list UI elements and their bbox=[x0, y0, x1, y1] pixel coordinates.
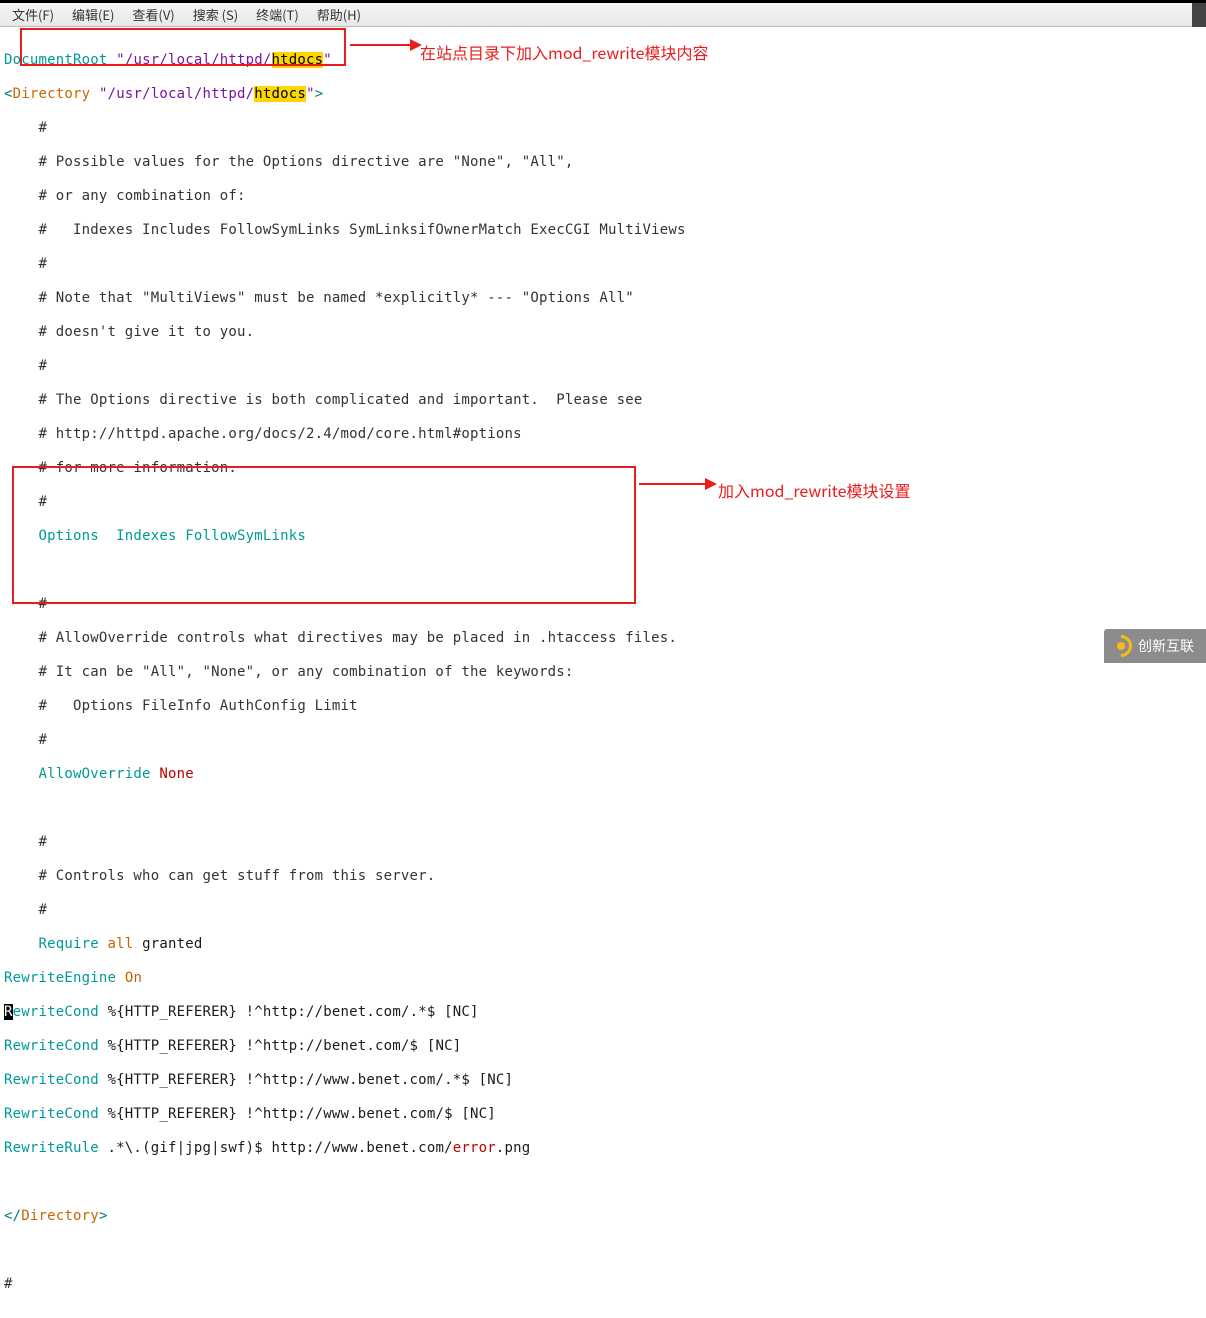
comment-line: # AllowOverride controls what directives… bbox=[4, 630, 1202, 647]
error-token: error bbox=[453, 1140, 496, 1156]
directive-args: %{HTTP_REFERER} !^http://www.benet.com/.… bbox=[99, 1072, 513, 1088]
comment-line: # The Options directive is both complica… bbox=[4, 392, 1202, 409]
quote: " bbox=[323, 52, 332, 68]
angle-bracket: > bbox=[99, 1208, 108, 1224]
comment-line: # or any combination of: bbox=[4, 188, 1202, 205]
highlighted-text: htdocs bbox=[254, 86, 306, 102]
menu-file[interactable]: 文件(F) bbox=[4, 3, 62, 26]
directive-keyword: RewriteEngine bbox=[4, 970, 116, 986]
comment-line: # Possible values for the Options direct… bbox=[4, 154, 1202, 171]
line-directory-close: </Directory> bbox=[4, 1208, 1202, 1225]
line-rewriterule: RewriteRule .*\.(gif|jpg|swf)$ http://ww… bbox=[4, 1140, 1202, 1157]
comment-line: # bbox=[4, 256, 1202, 273]
comment-line: # bbox=[4, 596, 1202, 613]
line-require: Require all granted bbox=[4, 936, 1202, 953]
blank-line bbox=[4, 1242, 1202, 1259]
directive-keyword: RewriteCond bbox=[4, 1072, 99, 1088]
quote: " bbox=[306, 86, 315, 102]
comment-line: # bbox=[4, 732, 1202, 749]
comment-line: # bbox=[4, 902, 1202, 919]
directive-keyword: Options bbox=[4, 528, 99, 544]
path-text: /usr/local/httpd/ bbox=[108, 86, 255, 102]
annotation-top: 在站点目录下加入mod_rewrite模块内容 bbox=[420, 40, 708, 64]
directive-args: %{HTTP_REFERER} !^http://benet.com/.*$ [… bbox=[99, 1004, 479, 1020]
line-rewritecond: RewriteCond %{HTTP_REFERER} !^http://ben… bbox=[4, 1038, 1202, 1055]
comment-line: # Controls who can get stuff from this s… bbox=[4, 868, 1202, 885]
highlighted-text: htdocs bbox=[272, 52, 324, 68]
watermark-text: 创新互联 bbox=[1138, 636, 1194, 656]
tag-keyword: Directory bbox=[13, 86, 91, 102]
blank-line bbox=[4, 800, 1202, 817]
directive-value: granted bbox=[133, 936, 202, 952]
menu-edit[interactable]: 编辑(E) bbox=[64, 3, 122, 26]
slash: / bbox=[13, 1208, 22, 1224]
directive-keyword: RewriteCond bbox=[4, 1106, 99, 1122]
watermark: 创新互联 bbox=[1104, 629, 1206, 663]
quote: " bbox=[108, 52, 125, 68]
directive-value: On bbox=[116, 970, 142, 986]
menu-terminal[interactable]: 终端(T) bbox=[248, 3, 307, 26]
directive-args: %{HTTP_REFERER} !^http://benet.com/$ [NC… bbox=[99, 1038, 461, 1054]
menu-view[interactable]: 查看(V) bbox=[124, 3, 182, 26]
comment-line: # Indexes Includes FollowSymLinks SymLin… bbox=[4, 222, 1202, 239]
directive-keyword: RewriteRule bbox=[4, 1140, 99, 1156]
text-cursor: R bbox=[4, 1004, 13, 1020]
directive-value: None bbox=[151, 766, 194, 782]
comment-line: # bbox=[4, 120, 1202, 137]
comment-line: # bbox=[4, 494, 1202, 511]
watermark-logo-icon bbox=[1110, 635, 1132, 657]
line-rewritecond: RewriteCond %{HTTP_REFERER} !^http://www… bbox=[4, 1106, 1202, 1123]
directive-keyword: DocumentRoot bbox=[4, 52, 108, 68]
menubar: 文件(F) 编辑(E) 查看(V) 搜索 (S) 终端(T) 帮助(H) bbox=[0, 3, 1206, 27]
line-rewriteengine: RewriteEngine On bbox=[4, 970, 1202, 987]
file-ext: .png bbox=[496, 1140, 531, 1156]
directive-args: .*\.(gif|jpg|swf)$ http://www.benet.com/ bbox=[99, 1140, 453, 1156]
line-directory-open: <Directory "/usr/local/httpd/htdocs"> bbox=[4, 86, 1202, 103]
comment-line: # Options FileInfo AuthConfig Limit bbox=[4, 698, 1202, 715]
line-allowoverride: AllowOverride None bbox=[4, 766, 1202, 783]
comment-line: # bbox=[4, 1276, 1202, 1293]
blank-line bbox=[4, 562, 1202, 579]
menu-search[interactable]: 搜索 (S) bbox=[185, 3, 246, 26]
angle-bracket: < bbox=[4, 86, 13, 102]
directive-keyword: ewriteCond bbox=[13, 1004, 99, 1020]
directive-value: Indexes FollowSymLinks bbox=[99, 528, 306, 544]
comment-line: # bbox=[4, 358, 1202, 375]
line-rewritecond: RewriteCond %{HTTP_REFERER} !^http://www… bbox=[4, 1072, 1202, 1089]
tag-keyword: Directory bbox=[21, 1208, 99, 1224]
directive-keyword: AllowOverride bbox=[4, 766, 151, 782]
comment-line: # Note that "MultiViews" must be named *… bbox=[4, 290, 1202, 307]
scrollbar-track[interactable] bbox=[1192, 3, 1206, 27]
directive-value: all bbox=[99, 936, 134, 952]
angle-bracket: < bbox=[4, 1208, 13, 1224]
annotation-bottom: 加入mod_rewrite模块设置 bbox=[718, 478, 910, 502]
line-options: Options Indexes FollowSymLinks bbox=[4, 528, 1202, 545]
directive-args: %{HTTP_REFERER} !^http://www.benet.com/$… bbox=[99, 1106, 496, 1122]
editor-area[interactable]: DocumentRoot "/usr/local/httpd/htdocs" <… bbox=[0, 27, 1206, 1318]
comment-line: # bbox=[4, 834, 1202, 851]
comment-line: # doesn't give it to you. bbox=[4, 324, 1202, 341]
directive-keyword: RewriteCond bbox=[4, 1038, 99, 1054]
angle-bracket: > bbox=[315, 86, 324, 102]
line-rewritecond: RewriteCond %{HTTP_REFERER} !^http://ben… bbox=[4, 1004, 1202, 1021]
comment-line: # It can be "All", "None", or any combin… bbox=[4, 664, 1202, 681]
comment-line: # for more information. bbox=[4, 460, 1202, 477]
menu-help[interactable]: 帮助(H) bbox=[309, 3, 369, 26]
comment-line: # http://httpd.apache.org/docs/2.4/mod/c… bbox=[4, 426, 1202, 443]
blank-line bbox=[4, 1174, 1202, 1191]
path-text: /usr/local/httpd/ bbox=[125, 52, 272, 68]
directive-keyword: Require bbox=[4, 936, 99, 952]
quote: " bbox=[90, 86, 107, 102]
